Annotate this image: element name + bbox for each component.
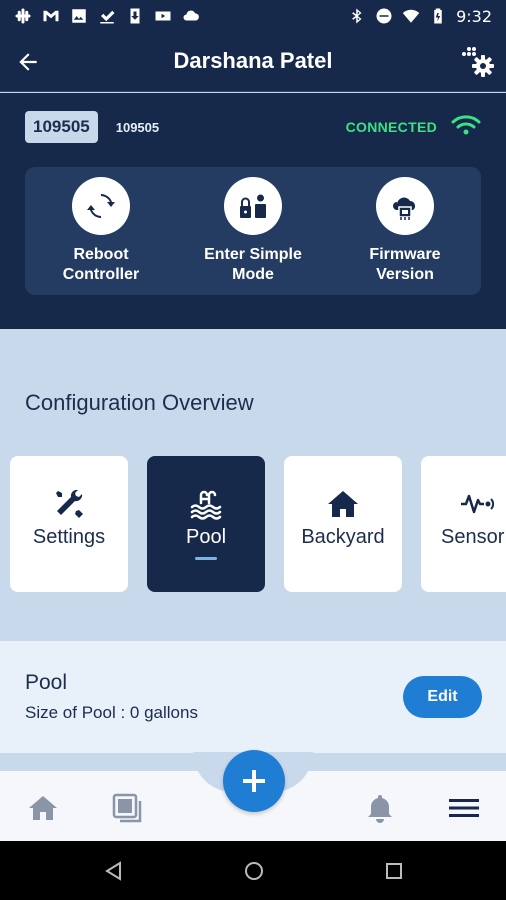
wifi-status-icon bbox=[402, 7, 420, 25]
gear-icon bbox=[462, 47, 494, 77]
reboot-icon bbox=[87, 194, 115, 218]
card-settings[interactable]: Settings bbox=[10, 456, 128, 592]
system-back-button[interactable] bbox=[102, 859, 126, 883]
card-pool[interactable]: Pool bbox=[147, 456, 265, 592]
download-icon bbox=[126, 7, 144, 25]
square-recents-icon bbox=[386, 863, 402, 879]
nav-menu-button[interactable] bbox=[447, 791, 481, 825]
firmware-version-label: Firmware Version bbox=[369, 246, 441, 283]
enter-simple-mode-label: Enter Simple Mode bbox=[204, 246, 302, 283]
configuration-cards: Settings Pool Backyard Sensor bbox=[10, 456, 506, 592]
circle-home-icon bbox=[245, 862, 263, 880]
wifi-icon bbox=[451, 113, 481, 142]
configuration-overview-title: Configuration Overview bbox=[25, 390, 254, 415]
active-card-indicator bbox=[195, 557, 217, 560]
home-nav-icon bbox=[29, 796, 57, 820]
check-icon bbox=[98, 7, 116, 25]
card-settings-label: Settings bbox=[32, 526, 106, 548]
nav-layout-button[interactable] bbox=[110, 791, 144, 825]
pool-title: Pool bbox=[25, 671, 68, 694]
menu-icon bbox=[449, 799, 479, 817]
add-icon bbox=[243, 770, 265, 792]
bluetooth-icon bbox=[348, 7, 366, 25]
layout-icon bbox=[112, 793, 142, 823]
pool-size: Size of Pool : 0 gallons bbox=[25, 703, 198, 722]
battery-icon bbox=[429, 7, 447, 25]
connection-status-text: CONNECTED bbox=[345, 119, 437, 135]
sensor-icon bbox=[461, 494, 494, 514]
firmware-version-button[interactable]: Firmware Version bbox=[335, 177, 475, 285]
home-icon bbox=[328, 491, 358, 517]
slack-icon bbox=[14, 7, 32, 25]
gmail-icon bbox=[42, 7, 60, 25]
notification-icons bbox=[14, 7, 200, 25]
system-nav-bar bbox=[0, 841, 506, 900]
pool-details: Pool Size of Pool : 0 gallons Edit bbox=[0, 641, 506, 753]
simple-mode-icon bbox=[240, 194, 266, 218]
pool-icon bbox=[190, 490, 222, 520]
youtube-icon bbox=[154, 7, 172, 25]
triangle-back-icon bbox=[105, 861, 121, 881]
add-button[interactable] bbox=[223, 750, 285, 812]
cloud-icon bbox=[182, 7, 200, 25]
settings-button[interactable] bbox=[458, 42, 498, 82]
controller-panel: 109505 109505 CONNECTED Reboot Controlle… bbox=[0, 93, 506, 329]
status-time: 9:32 bbox=[456, 6, 492, 26]
bell-icon bbox=[368, 795, 392, 823]
controller-badge[interactable]: 109505 bbox=[25, 111, 98, 143]
card-pool-label: Pool bbox=[185, 526, 227, 548]
controller-actions: Reboot Controller Enter Simple Mode Firm… bbox=[25, 167, 481, 295]
system-icons: 9:32 bbox=[348, 7, 492, 26]
nav-home-button[interactable] bbox=[26, 791, 60, 825]
page-title: Darshana Patel bbox=[173, 48, 333, 73]
reboot-controller-label: Reboot Controller bbox=[62, 246, 140, 283]
connection-status: CONNECTED bbox=[346, 113, 481, 142]
status-bar: 9:32 bbox=[0, 0, 506, 32]
app-bar: Darshana Patel bbox=[0, 32, 506, 92]
firmware-icon bbox=[393, 197, 415, 220]
card-sensor-label: Sensor bbox=[441, 526, 505, 548]
enter-simple-mode-button[interactable]: Enter Simple Mode bbox=[183, 177, 323, 285]
do-not-disturb-icon bbox=[375, 7, 393, 25]
card-backyard[interactable]: Backyard bbox=[284, 456, 402, 592]
nav-notifications-button[interactable] bbox=[363, 791, 397, 825]
reboot-controller-button[interactable]: Reboot Controller bbox=[31, 177, 171, 285]
card-sensor[interactable]: Sensor bbox=[421, 456, 506, 592]
edit-button[interactable]: Edit bbox=[403, 676, 482, 718]
system-recents-button[interactable] bbox=[382, 859, 406, 883]
tools-icon bbox=[56, 489, 83, 518]
system-home-button[interactable] bbox=[242, 859, 266, 883]
image-icon bbox=[70, 7, 88, 25]
controller-id: 109505 bbox=[115, 119, 160, 135]
controller-info: 109505 109505 CONNECTED bbox=[25, 111, 481, 143]
card-backyard-label: Backyard bbox=[301, 526, 385, 548]
